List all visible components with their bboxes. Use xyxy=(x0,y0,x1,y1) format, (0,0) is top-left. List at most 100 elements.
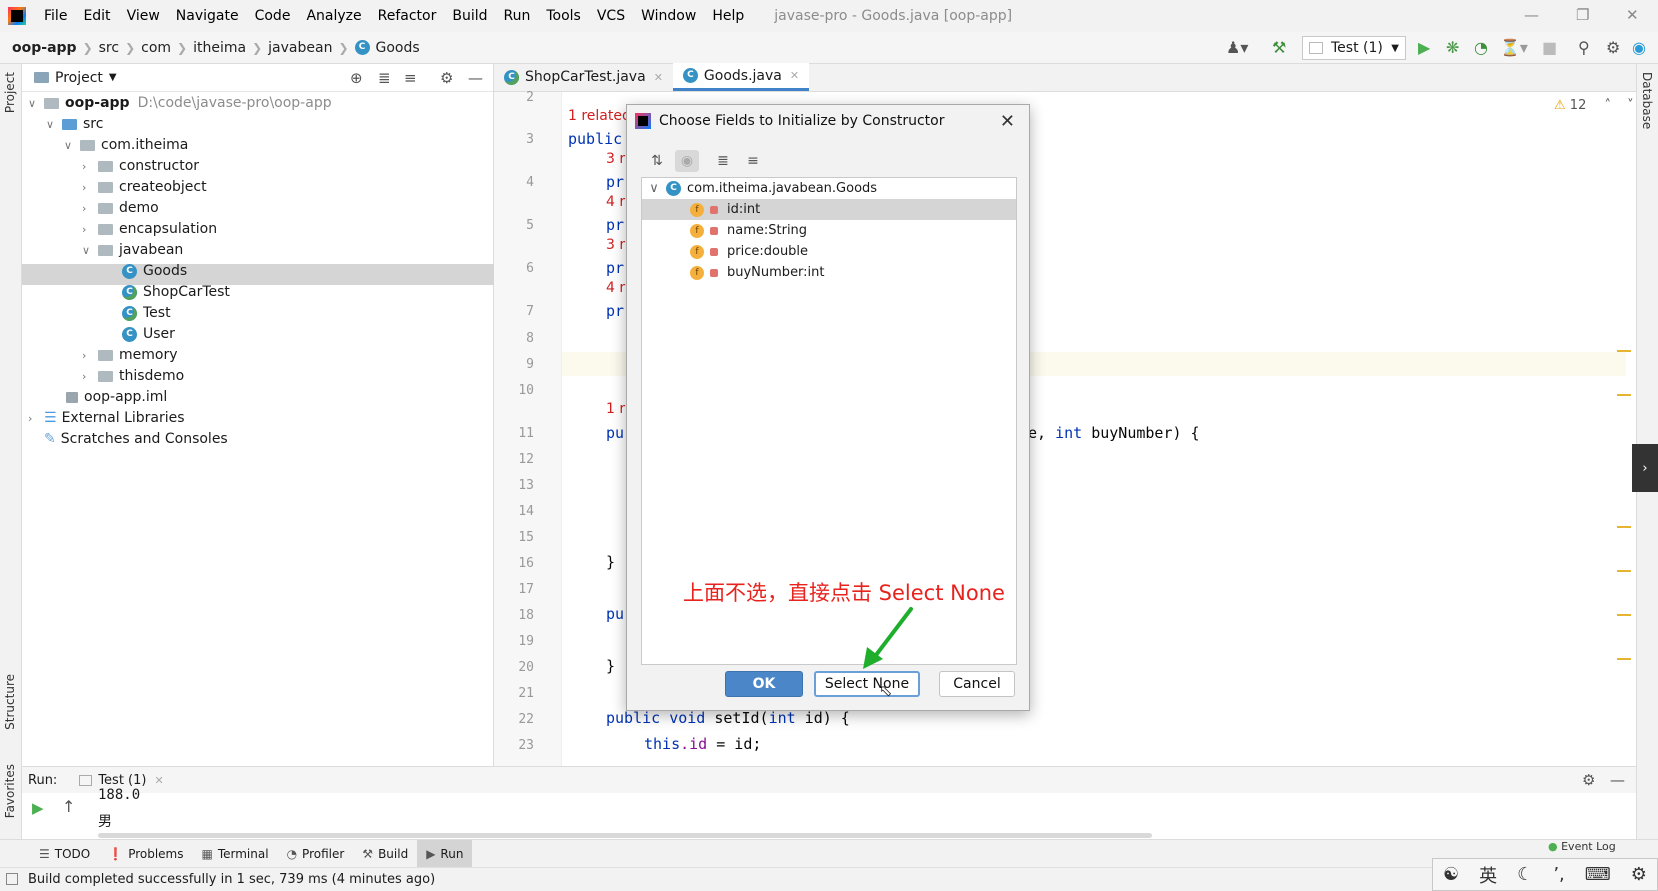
tree-item-thisdemo[interactable]: › thisdemo xyxy=(82,366,184,387)
menu-tools[interactable]: Tools xyxy=(538,8,589,24)
run-tab-test[interactable]: Test (1) xyxy=(98,773,146,788)
tree-item-demo[interactable]: › demo xyxy=(82,198,159,219)
project-tool-tab[interactable]: Project xyxy=(3,72,17,113)
scroll-marker[interactable] xyxy=(1617,350,1631,352)
tool-terminal[interactable]: ▦ Terminal xyxy=(193,840,278,868)
tool-run[interactable]: ▶ Run xyxy=(417,839,473,868)
menu-file[interactable]: File xyxy=(36,8,75,24)
close-tab-icon[interactable]: ✕ xyxy=(154,774,163,787)
tree-item-external-libraries[interactable]: › ☰ External Libraries xyxy=(28,408,185,429)
scroll-marker[interactable] xyxy=(1617,526,1631,528)
moon-icon[interactable]: ☾ xyxy=(1517,864,1533,885)
tree-item-javabean[interactable]: ∨ javabean xyxy=(82,240,183,261)
status-toggle-icon[interactable] xyxy=(6,873,18,885)
usage-hint[interactable]: 3 r xyxy=(606,237,625,253)
project-panel-title[interactable]: Project xyxy=(55,70,103,86)
tab-shopcartest[interactable]: C ShopCarTest.java ✕ xyxy=(494,63,673,91)
locate-icon[interactable]: ⊕ xyxy=(350,69,363,87)
chevron-down-icon[interactable]: ∨ xyxy=(642,178,666,199)
menu-vcs[interactable]: VCS xyxy=(589,8,633,24)
punctuation-icon[interactable]: ’, xyxy=(1553,864,1564,885)
tree-item-com-itheima[interactable]: ∨ com.itheima xyxy=(64,135,188,156)
minimize-icon[interactable]: — xyxy=(1524,6,1539,24)
stop-icon[interactable]: ■ xyxy=(1542,38,1557,57)
menu-view[interactable]: View xyxy=(119,8,168,24)
select-none-button[interactable]: Select None xyxy=(814,671,920,697)
tree-item-goods[interactable]: C Goods xyxy=(122,261,187,282)
close-icon[interactable]: ✕ xyxy=(1000,111,1015,132)
hide-icon[interactable]: — xyxy=(468,69,483,87)
scroll-marker[interactable] xyxy=(1617,658,1631,660)
debug-bug-icon[interactable]: ❋ xyxy=(1446,38,1459,57)
scroll-marker[interactable] xyxy=(1617,394,1631,396)
field-item-name[interactable]: f name:String xyxy=(642,220,1016,241)
tree-item-constructor[interactable]: › constructor xyxy=(82,156,199,177)
menu-analyze[interactable]: Analyze xyxy=(298,8,369,24)
tree-item-oop-app[interactable]: ∨ oop-app D:\code\javase-pro\oop-app xyxy=(28,93,332,114)
search-icon[interactable]: ⚲ xyxy=(1578,38,1590,57)
sort-icon[interactable]: ⇅ xyxy=(645,150,669,172)
arrow-up-icon[interactable]: ↑ xyxy=(62,797,75,816)
run-config-select[interactable]: Test (1) ▼ xyxy=(1302,36,1406,60)
tree-item-scratches[interactable]: ✎ Scratches and Consoles xyxy=(44,429,228,450)
breadcrumb-goods[interactable]: Goods xyxy=(376,40,420,56)
scroll-marker[interactable] xyxy=(1617,570,1631,572)
show-classes-icon[interactable]: ◉ xyxy=(675,150,699,172)
ime-logo-icon[interactable]: ☯ xyxy=(1443,864,1459,885)
structure-tool-tab[interactable]: Structure xyxy=(3,674,17,730)
profile-icon[interactable]: ⏳▾ xyxy=(1500,38,1528,57)
coverage-icon[interactable]: ◔ xyxy=(1474,38,1488,57)
field-item-price[interactable]: f price:double xyxy=(642,241,1016,262)
collapse-all-icon[interactable]: ≡ xyxy=(741,150,765,172)
tab-goods[interactable]: C Goods.java ✕ xyxy=(672,63,810,91)
menu-edit[interactable]: Edit xyxy=(75,8,118,24)
menu-build[interactable]: Build xyxy=(444,8,495,24)
tree-item-src[interactable]: ∨ src xyxy=(46,114,103,135)
menu-navigate[interactable]: Navigate xyxy=(168,8,247,24)
tree-item-user[interactable]: C User xyxy=(122,324,175,345)
field-item-buynumber[interactable]: f buyNumber:int xyxy=(642,262,1016,283)
hide-icon[interactable]: — xyxy=(1610,771,1625,789)
tree-item-test[interactable]: C Test xyxy=(122,303,171,324)
breadcrumb-javabean[interactable]: javabean xyxy=(268,40,332,56)
scroll-marker[interactable] xyxy=(1617,614,1631,616)
collapse-all-icon[interactable]: ≡ xyxy=(404,69,417,87)
expand-panel-handle[interactable]: › xyxy=(1632,444,1658,492)
expand-all-icon[interactable]: ≣ xyxy=(378,69,391,87)
database-tool-tab[interactable]: Database xyxy=(1640,72,1654,129)
run-icon[interactable]: ▶ xyxy=(1418,38,1430,57)
tree-item-shopcartest[interactable]: C ShopCarTest xyxy=(122,282,230,303)
tree-item-memory[interactable]: › memory xyxy=(82,345,178,366)
restore-icon[interactable]: ❐ xyxy=(1576,6,1589,24)
field-item-id[interactable]: f id:int xyxy=(642,199,1016,220)
tree-item-createobject[interactable]: › createobject xyxy=(82,177,207,198)
menu-help[interactable]: Help xyxy=(704,8,752,24)
field-tree-root[interactable]: ∨ Ccom.itheima.javabean.Goods xyxy=(642,178,1016,199)
gear-icon[interactable]: ⚙ xyxy=(1631,864,1647,885)
close-tab-icon[interactable]: ✕ xyxy=(790,69,799,82)
horizontal-scrollbar[interactable] xyxy=(98,833,1152,838)
close-window-icon[interactable]: ✕ xyxy=(1626,6,1639,24)
menu-window[interactable]: Window xyxy=(633,8,704,24)
gear-icon[interactable]: ⚙ xyxy=(1606,38,1620,57)
cancel-button[interactable]: Cancel xyxy=(939,671,1015,697)
favorites-tool-tab[interactable]: Favorites xyxy=(3,764,17,818)
breadcrumb-project[interactable]: oop-app xyxy=(12,40,77,56)
tree-item-iml[interactable]: oop-app.iml xyxy=(66,387,167,408)
chevron-up-icon[interactable]: ˄ xyxy=(1604,98,1611,113)
rerun-icon[interactable]: ▶ xyxy=(32,799,44,817)
usage-hint[interactable]: 4 r xyxy=(606,280,625,296)
chevron-down-icon[interactable]: ▼ xyxy=(109,72,117,83)
tool-problems[interactable]: ❗ Problems xyxy=(99,840,192,868)
breadcrumb-itheima[interactable]: itheima xyxy=(193,40,246,56)
breadcrumb-src[interactable]: src xyxy=(99,40,119,56)
tool-todo[interactable]: ☰ TODO xyxy=(30,840,99,868)
gear-icon[interactable]: ⚙ xyxy=(440,69,453,87)
tree-item-encapsulation[interactable]: › encapsulation xyxy=(82,219,217,240)
usage-hint[interactable]: 4 r xyxy=(606,194,625,210)
hammer-build-icon[interactable]: ⚒ xyxy=(1272,38,1286,57)
plugin-logo-icon[interactable]: ◉ xyxy=(1632,38,1646,57)
menu-code[interactable]: Code xyxy=(247,8,299,24)
menu-refactor[interactable]: Refactor xyxy=(370,8,445,24)
chevron-down-icon[interactable]: ˅ xyxy=(1627,98,1634,113)
